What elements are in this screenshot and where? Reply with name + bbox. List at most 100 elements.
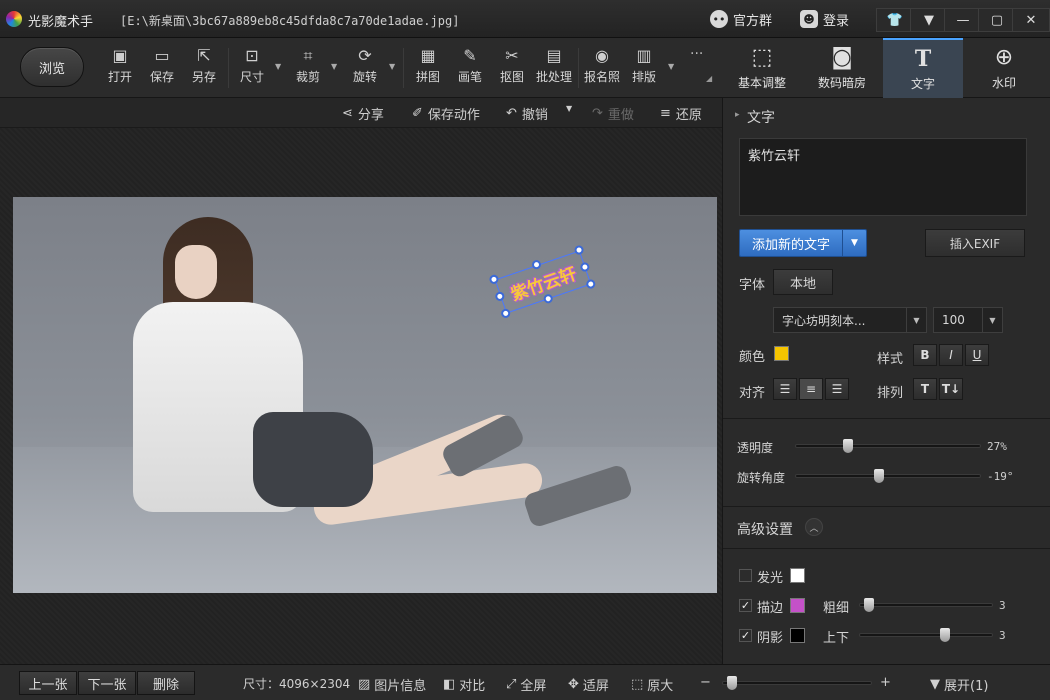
app-title: 光影魔术手 [28, 15, 94, 30]
save-action-icon: ✐ [412, 106, 423, 121]
opacity-value: 27% [987, 440, 1007, 453]
menu-button[interactable]: ▼ [910, 8, 948, 32]
action-bar: ⋖ 分享 ✐ 保存动作 ↶ 撤销 ▼ ↷ 重做 ≡ 还原 [0, 98, 722, 128]
collapse-arrow-icon[interactable]: ▸ [735, 110, 740, 120]
add-text-dropdown-icon[interactable]: ▼ [842, 230, 866, 256]
original-size-button[interactable]: ⬚ 原大 [631, 675, 673, 694]
browse-button[interactable]: 浏览 [20, 47, 84, 87]
text-input-area[interactable]: 紫竹云轩 [739, 138, 1027, 216]
resize-handle[interactable] [585, 278, 597, 290]
save-action-button[interactable]: ✐ 保存动作 [412, 104, 480, 123]
more-tools-button[interactable]: ··· [690, 46, 703, 62]
vertical-text-icon[interactable]: T↓ [939, 378, 963, 400]
italic-button[interactable]: I [939, 344, 963, 366]
align-right-icon[interactable]: ☰ [825, 378, 849, 400]
updown-slider-thumb[interactable] [940, 628, 950, 642]
align-center-icon[interactable]: ≡ [799, 378, 823, 400]
image-open-icon: ▣ [112, 46, 128, 65]
zoom-in-button[interactable]: + [880, 675, 891, 690]
delete-button[interactable]: 删除 [137, 671, 195, 695]
close-button[interactable]: ✕ [1012, 8, 1050, 32]
font-source-button[interactable]: 本地 [773, 269, 833, 295]
tool-save-as[interactable]: ⇱ 另存 [184, 46, 224, 92]
tool-layout[interactable]: ▥ 排版 [624, 46, 664, 92]
tool-open[interactable]: ▣ 打开 [100, 46, 140, 92]
opacity-slider-thumb[interactable] [843, 439, 853, 453]
underline-button[interactable]: U [965, 344, 989, 366]
maximize-button[interactable]: ▢ [978, 8, 1016, 32]
redo-button[interactable]: ↷ 重做 [592, 104, 634, 123]
crop-icon: ⌗ [303, 46, 313, 65]
font-size-select[interactable]: 100 ▼ [933, 307, 1003, 333]
fullscreen-icon: ⤢ [506, 677, 517, 692]
stroke-label: 描边 [757, 601, 784, 616]
image-size: 尺寸：4096×2304 [243, 677, 351, 691]
skin-button[interactable]: 👕 [876, 8, 914, 32]
font-name-select[interactable]: 字心坊明刻本... ▼ [773, 307, 927, 333]
next-image-button[interactable]: 下一张 [78, 671, 136, 695]
text-color-swatch[interactable] [774, 346, 789, 361]
tab-watermark[interactable]: ⊕ 水印 [964, 38, 1044, 98]
login-button[interactable]: ☻ 登录 [800, 8, 849, 30]
expand-button[interactable]: ▼ 展开(1) [930, 675, 988, 694]
share-button[interactable]: ⋖ 分享 [342, 104, 384, 123]
tool-resize[interactable]: ⊡ 尺寸 [232, 46, 272, 92]
tab-darkroom[interactable]: ◙ 数码暗房 [802, 38, 882, 98]
rotation-slider-thumb[interactable] [874, 469, 884, 483]
compare-button[interactable]: ◧ 对比 [443, 675, 485, 694]
minimize-button[interactable]: — [944, 8, 982, 32]
align-left-icon[interactable]: ☰ [773, 378, 797, 400]
tool-collage[interactable]: ▦ 拼图 [408, 46, 448, 92]
restore-button[interactable]: ≡ 还原 [660, 104, 702, 123]
shadow-checkbox[interactable]: ✓ [739, 629, 752, 642]
shadow-color-swatch[interactable] [790, 628, 805, 643]
rotate-dropdown-icon[interactable]: ▼ [389, 62, 395, 71]
tool-brush[interactable]: ✎ 画笔 [450, 46, 490, 92]
tool-save[interactable]: ▭ 保存 [142, 46, 182, 92]
thickness-slider-thumb[interactable] [864, 598, 874, 612]
image-info-button[interactable]: ▨ 图片信息 [358, 675, 426, 694]
chevron-down-icon: ▼ [930, 677, 940, 692]
tool-id-photo[interactable]: ◉ 报名照 [582, 46, 622, 92]
fit-screen-button[interactable]: ✥ 适屏 [568, 675, 609, 694]
zoom-out-button[interactable]: − [700, 675, 711, 690]
opacity-slider[interactable] [795, 439, 981, 453]
tool-crop[interactable]: ⌗ 裁剪 [288, 46, 328, 92]
zoom-slider[interactable] [722, 676, 872, 690]
insert-exif-button[interactable]: 插入EXIF [925, 229, 1025, 257]
collapse-advanced-icon[interactable]: ︿ [805, 518, 823, 536]
official-group-button[interactable]: •• 官方群 [710, 8, 772, 30]
undo-button[interactable]: ↶ 撤销 [506, 104, 548, 123]
undo-icon: ↶ [506, 106, 517, 121]
prev-image-button[interactable]: 上一张 [19, 671, 77, 695]
rotation-slider[interactable] [795, 469, 981, 483]
tool-cutout[interactable]: ✂ 抠图 [492, 46, 532, 92]
updown-slider[interactable] [859, 628, 993, 642]
id-photo-icon: ◉ [595, 46, 609, 65]
stroke-checkbox[interactable]: ✓ [739, 599, 752, 612]
crop-dropdown-icon[interactable]: ▼ [331, 62, 337, 71]
arrange-label: 排列 [877, 386, 904, 401]
undo-dropdown-icon[interactable]: ▼ [566, 104, 572, 113]
resize-dropdown-icon[interactable]: ▼ [275, 62, 281, 71]
advanced-settings-label: 高级设置 [737, 522, 793, 538]
glow-color-swatch[interactable] [790, 568, 805, 583]
glow-checkbox[interactable] [739, 569, 752, 582]
save-as-icon: ⇱ [197, 46, 211, 65]
thickness-slider[interactable] [859, 598, 993, 612]
text-overlay-selection[interactable]: 紫竹云轩 [488, 244, 597, 320]
tab-text[interactable]: T 文字 [883, 38, 963, 98]
layout-icon: ▥ [636, 46, 652, 65]
tab-basic-adjust[interactable]: ⬚ 基本调整 [722, 38, 802, 98]
status-bar: 上一张 下一张 删除 尺寸：4096×2304 ▨ 图片信息 ◧ 对比 ⤢ 全屏 ✥ 适… [0, 664, 1050, 700]
horizontal-text-icon[interactable]: T [913, 378, 937, 400]
tool-batch[interactable]: ▤ 批处理 [534, 46, 574, 92]
stroke-color-swatch[interactable] [790, 598, 805, 613]
zoom-slider-thumb[interactable] [727, 676, 737, 690]
expand-corner-icon[interactable]: ◢ [706, 74, 712, 83]
layout-dropdown-icon[interactable]: ▼ [668, 62, 674, 71]
bold-button[interactable]: B [913, 344, 937, 366]
add-text-button[interactable]: 添加新的文字 ▼ [739, 229, 867, 257]
fullscreen-button[interactable]: ⤢ 全屏 [506, 675, 546, 694]
tool-rotate[interactable]: ⟳ 旋转 [345, 46, 385, 92]
